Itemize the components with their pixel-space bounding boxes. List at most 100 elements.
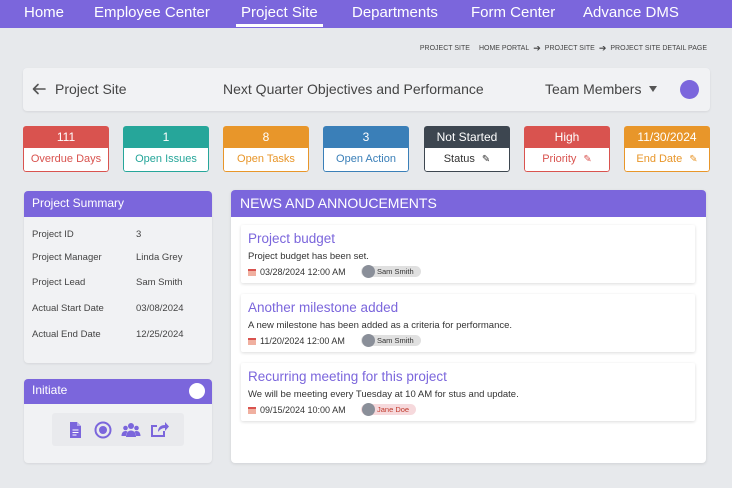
stat-value: 11/30/2024 xyxy=(624,126,710,148)
avatar[interactable] xyxy=(680,80,699,99)
news-item-title[interactable]: Another milestone added xyxy=(248,300,398,315)
stat-open-tasks[interactable]: 8 Open Tasks xyxy=(223,126,309,172)
stat-label: Open Issues xyxy=(135,153,197,165)
stat-status[interactable]: Not Started Status ✎ xyxy=(424,126,510,172)
stat-label: Overdue Days xyxy=(30,153,102,165)
calendar-icon xyxy=(248,269,256,276)
nav-departments[interactable]: Departments xyxy=(352,4,438,21)
panel-title: Initiate xyxy=(24,379,212,404)
news-item-desc: Project budget has been set. xyxy=(248,251,369,262)
avatar xyxy=(362,265,375,278)
summary-value: 12/25/2024 xyxy=(136,329,184,340)
breadcrumb-item[interactable]: PROJECT SITE xyxy=(420,45,470,52)
stat-label: Status xyxy=(443,153,475,165)
user-name: Sam Smith xyxy=(377,336,414,345)
news-item-meta: 09/15/2024 10:00 AM xyxy=(248,405,346,415)
news-item-desc: We will be meeting every Tuesday at 10 A… xyxy=(248,389,519,400)
arrow-right-icon: ➔ xyxy=(598,43,607,53)
news-item-date: 03/28/2024 12:00 AM xyxy=(260,267,346,277)
stat-label-box: Overdue Days xyxy=(23,148,109,172)
nav-form-center[interactable]: Form Center xyxy=(471,4,555,21)
breadcrumb: PROJECT SITE HOME PORTAL ➔ PROJECT SITE … xyxy=(420,43,707,54)
news-title: NEWS AND ANNOUCEMENTS xyxy=(231,190,706,217)
project-name: Next Quarter Objectives and Performance xyxy=(223,81,484,97)
back-arrow-icon[interactable] xyxy=(31,81,47,97)
project-summary-panel: Project Summary Project ID 3 Project Man… xyxy=(24,191,212,363)
breadcrumb-item: PROJECT SITE DETAIL PAGE xyxy=(610,45,707,52)
stat-label: Open Action xyxy=(336,153,396,165)
stat-end-date[interactable]: 11/30/2024 End Date ✎ xyxy=(624,126,710,172)
news-item[interactable]: Another milestone added A new milestone … xyxy=(241,294,695,352)
stat-value: 1 xyxy=(123,126,209,148)
project-header: Project Site Next Quarter Objectives and… xyxy=(23,68,710,111)
user-chip[interactable]: Sam Smith xyxy=(361,334,421,347)
stat-label-box: Status ✎ xyxy=(424,148,510,172)
stat-label-box: Open Tasks xyxy=(223,148,309,172)
edit-icon[interactable]: ✎ xyxy=(482,149,490,171)
news-item-date: 11/20/2024 12:00 AM xyxy=(260,336,345,346)
summary-label: Project ID xyxy=(32,229,74,240)
arrow-right-icon: ➔ xyxy=(533,43,541,53)
record-icon[interactable] xyxy=(93,420,113,440)
stat-priority[interactable]: High Priority ✎ xyxy=(524,126,610,172)
stat-label: Open Tasks xyxy=(237,153,295,165)
nav-employee-center[interactable]: Employee Center xyxy=(94,4,210,21)
breadcrumb-item[interactable]: PROJECT SITE xyxy=(545,45,595,52)
page-title: Project Site xyxy=(55,81,127,97)
summary-label: Actual End Date xyxy=(32,329,101,340)
panel-title: Project Summary xyxy=(24,191,212,217)
stat-label: End Date xyxy=(636,153,683,165)
summary-label: Actual Start Date xyxy=(32,303,104,314)
stat-value: 111 xyxy=(23,126,109,148)
news-item-title[interactable]: Recurring meeting for this project xyxy=(248,369,447,384)
news-item-date: 09/15/2024 10:00 AM xyxy=(260,405,346,415)
user-name: Jane Doe xyxy=(377,405,410,414)
user-name: Sam Smith xyxy=(377,267,414,276)
top-nav: Home Employee Center Project Site Depart… xyxy=(0,0,732,28)
group-icon[interactable] xyxy=(121,420,141,440)
stat-label-box: Priority ✎ xyxy=(524,148,610,172)
edit-icon[interactable]: ✎ xyxy=(583,149,591,171)
summary-label: Project Manager xyxy=(32,252,102,263)
stat-overdue-days[interactable]: 111 Overdue Days xyxy=(23,126,109,172)
user-chip[interactable]: Sam Smith xyxy=(361,265,421,278)
avatar xyxy=(362,334,375,347)
news-item-title[interactable]: Project budget xyxy=(248,231,335,246)
chevron-down-icon xyxy=(649,86,658,92)
summary-value: 3 xyxy=(136,229,142,240)
nav-project-site[interactable]: Project Site xyxy=(236,4,323,27)
stat-open-issues[interactable]: 1 Open Issues xyxy=(123,126,209,172)
stat-value: 8 xyxy=(223,126,309,148)
stat-value: High xyxy=(524,126,610,148)
nav-advance-dms[interactable]: Advance DMS xyxy=(583,4,679,21)
stat-value: Not Started xyxy=(424,126,510,148)
stat-label-box: Open Action xyxy=(323,148,409,172)
calendar-icon xyxy=(248,338,256,345)
nav-home[interactable]: Home xyxy=(24,4,64,21)
news-item-meta: 11/20/2024 12:00 AM xyxy=(248,336,345,346)
news-item[interactable]: Recurring meeting for this project We wi… xyxy=(241,363,695,421)
stat-value: 3 xyxy=(323,126,409,148)
stat-label: Priority xyxy=(542,153,577,165)
summary-label: Project Lead xyxy=(32,277,86,288)
action-tray xyxy=(52,413,184,446)
document-icon[interactable] xyxy=(65,420,85,440)
avatar xyxy=(362,403,375,416)
team-members-dropdown[interactable]: Team Members xyxy=(545,81,658,97)
share-icon[interactable] xyxy=(149,420,169,440)
team-members-label: Team Members xyxy=(545,81,642,97)
news-item-meta: 03/28/2024 12:00 AM xyxy=(248,267,346,277)
user-chip[interactable]: Jane Doe xyxy=(361,403,417,416)
calendar-icon xyxy=(248,407,256,414)
summary-value: 03/08/2024 xyxy=(136,303,184,314)
stat-open-action[interactable]: 3 Open Action xyxy=(323,126,409,172)
initiate-panel: Initiate xyxy=(24,379,212,463)
stat-label-box: Open Issues xyxy=(123,148,209,172)
news-item[interactable]: Project budget Project budget has been s… xyxy=(241,225,695,283)
summary-value: Sam Smith xyxy=(136,277,183,288)
breadcrumb-item[interactable]: HOME PORTAL xyxy=(479,45,529,52)
edit-icon[interactable]: ✎ xyxy=(689,149,697,171)
summary-value: Linda Grey xyxy=(136,252,183,263)
news-panel: NEWS AND ANNOUCEMENTS Project budget Pro… xyxy=(231,190,706,463)
toggle-switch[interactable] xyxy=(189,383,205,399)
